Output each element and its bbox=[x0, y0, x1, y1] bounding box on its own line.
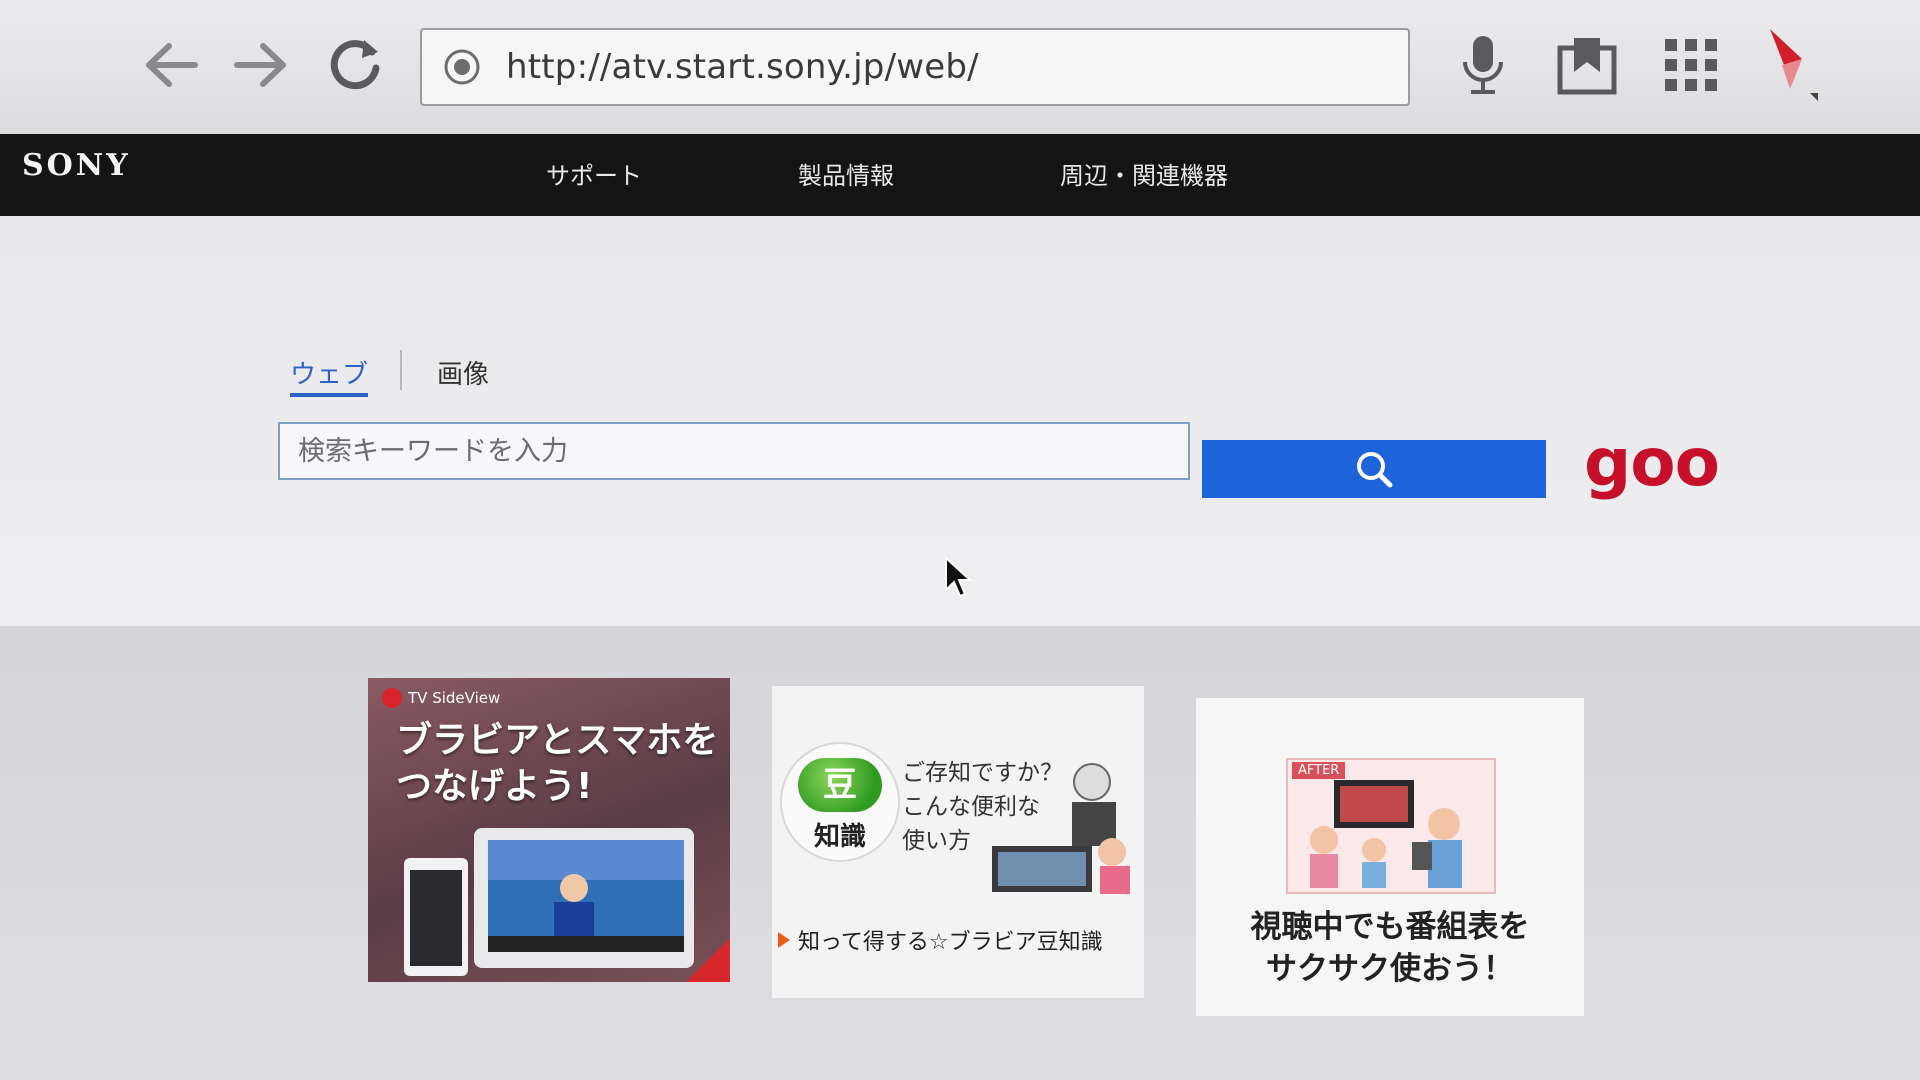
mame-chishiki-logo: 豆 知識 bbox=[780, 742, 900, 862]
site-info-icon[interactable] bbox=[442, 47, 482, 87]
back-arrow-icon bbox=[146, 43, 198, 87]
goo-logo[interactable]: goo bbox=[1584, 430, 1720, 496]
after-tag: AFTER bbox=[1292, 762, 1346, 779]
tablet-phone-illustration bbox=[404, 828, 694, 976]
play-triangle-icon bbox=[778, 932, 790, 948]
nav-accessories[interactable]: 周辺・関連機器 bbox=[1060, 156, 1228, 191]
url-text: http://atv.start.sony.jp/web/ bbox=[506, 47, 979, 87]
program-guide-caption: 視聴中でも番組表を サクサク使おう！ bbox=[1196, 906, 1584, 990]
badge-label: TV SideView bbox=[408, 689, 501, 707]
tab-web[interactable]: ウェブ bbox=[290, 354, 369, 397]
caption-line-2: サクサク使おう！ bbox=[1266, 951, 1514, 987]
tv-sideview-app-icon bbox=[382, 688, 402, 708]
browser-logo-icon bbox=[1770, 29, 1818, 101]
back-button[interactable] bbox=[136, 30, 206, 100]
forward-button[interactable] bbox=[226, 30, 296, 100]
site-header: SONY サポート 製品情報 周辺・関連機器 bbox=[0, 134, 1920, 216]
family-watching-tv-illustration bbox=[1310, 780, 1462, 888]
search-button[interactable] bbox=[1202, 440, 1546, 498]
promo-card-program-guide[interactable]: AFTER 視聴中でも番組表を サクサク使おう！ bbox=[1196, 698, 1584, 1016]
sony-logo[interactable]: SONY bbox=[22, 148, 131, 183]
forward-arrow-icon bbox=[234, 43, 286, 87]
search-icon bbox=[1357, 452, 1393, 488]
promo-card-tv-sideview[interactable]: TV SideView ブラビアとスマホを つなげよう! bbox=[368, 678, 730, 982]
browser-toolbar: http://atv.start.sony.jp/web/ bbox=[0, 0, 1920, 135]
bean-label: 知識 bbox=[813, 822, 866, 852]
tab-divider bbox=[400, 350, 402, 390]
after-image: AFTER bbox=[1286, 758, 1496, 894]
card-headline: ブラビアとスマホを つなげよう! bbox=[396, 718, 718, 810]
tab-images[interactable]: 画像 bbox=[437, 354, 489, 391]
corner-arrow-icon bbox=[686, 938, 730, 982]
tv-sideview-badge: TV SideView bbox=[382, 688, 500, 708]
bookmarks-button[interactable] bbox=[1552, 30, 1622, 100]
headline-line-1: ブラビアとスマホを bbox=[396, 720, 719, 761]
nav-support[interactable]: サポート bbox=[546, 156, 642, 191]
nav-products[interactable]: 製品情報 bbox=[798, 156, 894, 191]
headline-line-2: つなげよう! bbox=[396, 766, 593, 807]
mouse-pointer-icon bbox=[945, 556, 973, 598]
reload-button[interactable] bbox=[320, 30, 390, 100]
apps-grid-icon bbox=[1665, 39, 1717, 91]
apps-button[interactable] bbox=[1656, 30, 1726, 100]
voice-search-button[interactable] bbox=[1448, 30, 1518, 100]
people-watching-tv-illustration bbox=[992, 763, 1130, 894]
caption-line-1: 視聴中でも番組表を bbox=[1250, 909, 1530, 945]
bean-icon: 豆 bbox=[798, 758, 882, 812]
promo-section: TV SideView ブラビアとスマホを つなげよう! 豆 知識 ご存知ですか… bbox=[0, 626, 1920, 1080]
search-input[interactable] bbox=[278, 422, 1190, 480]
browser-menu-button[interactable] bbox=[1760, 29, 1830, 101]
tips-link[interactable]: 知って得する☆ブラビア豆知識 bbox=[778, 924, 1103, 956]
tips-link-text: 知って得する☆ブラビア豆知識 bbox=[798, 930, 1103, 955]
microphone-icon bbox=[1463, 36, 1503, 94]
promo-card-bravia-tips[interactable]: 豆 知識 ご存知ですか？ こんな便利な 使い方 知って得する☆ブラビア豆知識 bbox=[772, 686, 1144, 998]
reload-icon bbox=[330, 40, 380, 90]
address-bar[interactable]: http://atv.start.sony.jp/web/ bbox=[420, 28, 1410, 106]
bookmark-icon bbox=[1557, 38, 1617, 95]
